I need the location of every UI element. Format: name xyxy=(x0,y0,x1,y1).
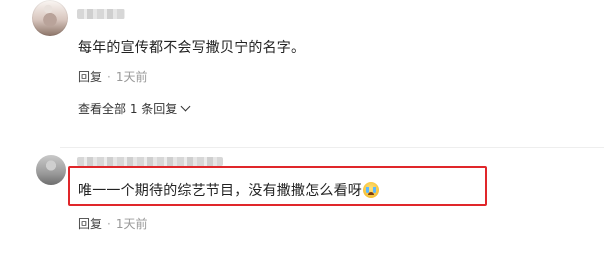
avatar[interactable] xyxy=(36,155,66,185)
username-blurred[interactable] xyxy=(77,9,125,19)
comment-divider xyxy=(60,147,604,148)
comment-meta: 回复 · 1天前 xyxy=(78,68,147,85)
meta-separator: · xyxy=(107,216,111,231)
username-blurred[interactable] xyxy=(77,157,223,166)
comment-meta: 回复 · 1天前 xyxy=(78,215,147,232)
comment-text: 唯一一个期待的综艺节目，没有撒撒怎么看呀 xyxy=(78,180,379,200)
meta-separator: · xyxy=(107,69,111,84)
comment-time: 1天前 xyxy=(115,217,148,231)
comment-text: 每年的宣传都不会写撒贝宁的名字。 xyxy=(78,40,306,56)
reply-button[interactable]: 回复 xyxy=(78,215,102,232)
crying-face-icon xyxy=(363,182,379,198)
view-all-replies-button[interactable]: 查看全部 1 条回复 xyxy=(78,100,191,117)
chevron-down-icon xyxy=(180,101,191,112)
comment-thread: 每年的宣传都不会写撒贝宁的名字。 回复 · 1天前 查看全部 1 条回复 唯一一… xyxy=(0,0,604,270)
view-replies-label: 查看全部 1 条回复 xyxy=(78,102,178,116)
reply-button[interactable]: 回复 xyxy=(78,68,102,85)
avatar[interactable] xyxy=(32,0,68,36)
comment-time: 1天前 xyxy=(115,70,148,84)
comment-text-content: 唯一一个期待的综艺节目，没有撒撒怎么看呀 xyxy=(78,183,362,199)
